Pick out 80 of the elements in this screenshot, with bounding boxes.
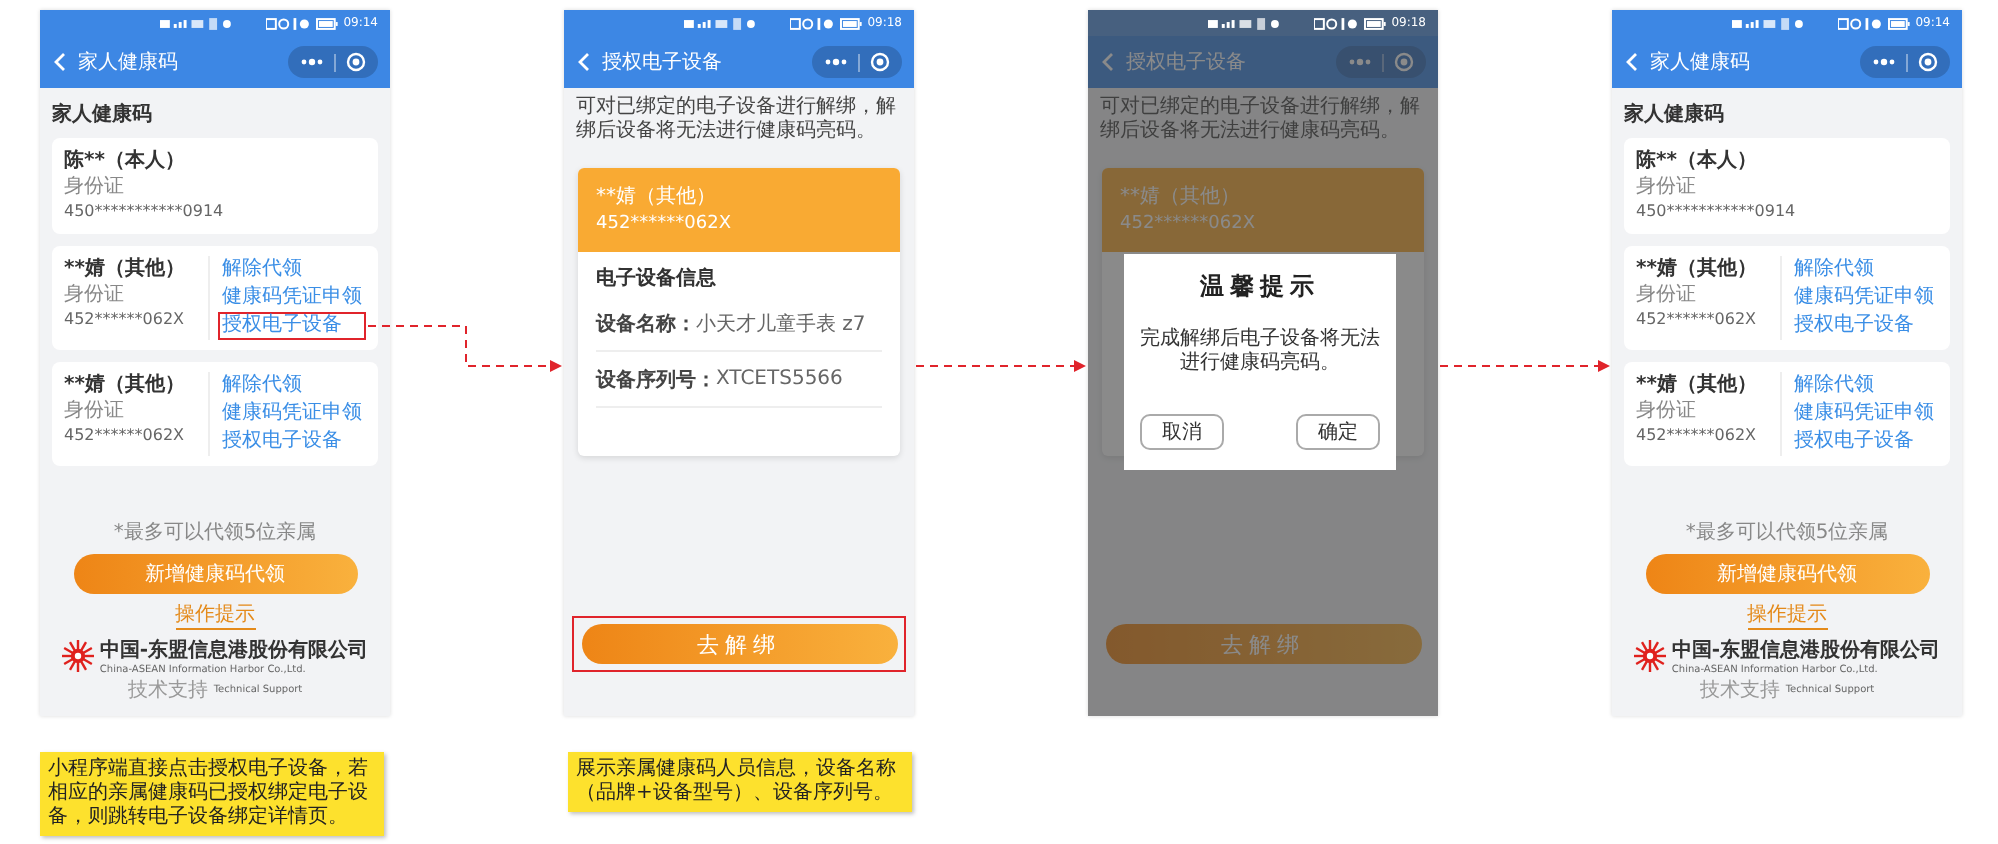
action-link[interactable]: 健康码凭证申领 bbox=[218, 284, 366, 312]
member-name: **婧（其他） bbox=[1636, 256, 1759, 284]
field-label: 设备名称： bbox=[596, 311, 696, 337]
member-name: **婧（其他） bbox=[596, 184, 718, 212]
id-number: 452******062X bbox=[64, 308, 187, 332]
battery-icon bbox=[1363, 17, 1386, 29]
action-link[interactable]: 授权电子设备 bbox=[218, 428, 366, 456]
action-link[interactable]: 健康码凭证申领 bbox=[218, 400, 366, 428]
action-link[interactable]: 健康码凭证申领 bbox=[1790, 400, 1938, 428]
field-label: 设备序列号： bbox=[596, 366, 716, 393]
id-number: 452******062X bbox=[1636, 308, 1759, 332]
field-value: 小天才儿童手表 z7 bbox=[696, 311, 866, 337]
action-link[interactable]: 解除代领 bbox=[218, 372, 366, 400]
page-title: 家人健康码 bbox=[78, 49, 178, 76]
id-type: 身份证 bbox=[64, 176, 126, 200]
section-title: 电子设备信息 bbox=[596, 265, 718, 294]
id-number: 450***********0914 bbox=[64, 200, 226, 224]
status-icons-drawing bbox=[790, 17, 834, 29]
dialog-message: 完成解绑后电子设备将无法进行健康码亮码。 bbox=[1140, 328, 1380, 376]
dialog-button[interactable]: 确定 bbox=[1296, 414, 1380, 450]
id-number: 452******062X bbox=[1636, 424, 1759, 448]
action-link[interactable]: 解除代领 bbox=[1790, 372, 1938, 400]
add-button[interactable]: 新增健康码代领 bbox=[1645, 554, 1929, 594]
support-label: 技术支持 bbox=[1699, 677, 1780, 704]
id-number: 452******062X bbox=[64, 424, 187, 448]
id-type: 身份证 bbox=[1636, 284, 1698, 308]
member-name: **婧（其他） bbox=[1120, 184, 1242, 212]
page-title: 授权电子设备 bbox=[602, 49, 722, 76]
dialog-title: 温馨提示 bbox=[1200, 270, 1320, 304]
page-title: 授权电子设备 bbox=[1126, 49, 1246, 76]
logo-icon bbox=[1633, 640, 1666, 672]
id-number: 452******062X bbox=[1120, 212, 1258, 236]
limit-note: *最多可以代领5位亲属 bbox=[113, 519, 317, 546]
more-icon[interactable] bbox=[824, 58, 848, 66]
member-name: **婧（其他） bbox=[1636, 372, 1759, 400]
id-type: 身份证 bbox=[1636, 176, 1698, 200]
status-icons-drawing bbox=[1314, 17, 1358, 29]
status-icons-drawing bbox=[1838, 17, 1882, 29]
company-name: 中国-东盟信息港股份有限公司 bbox=[1671, 636, 1941, 664]
action-link[interactable]: 授权电子设备 bbox=[218, 312, 366, 340]
section-heading: 家人健康码 bbox=[1624, 100, 1726, 130]
annotation-note: 小程序端直接点击授权电子设备，若相应的亲属健康码已授权绑定电子设备，则跳转电子设备绑定详情页。 bbox=[40, 752, 384, 836]
member-name: **婧（其他） bbox=[64, 372, 187, 400]
id-type: 身份证 bbox=[64, 284, 126, 308]
action-link[interactable]: 授权电子设备 bbox=[1790, 428, 1938, 456]
member-name: 陈**（本人） bbox=[1636, 148, 1759, 176]
back-icon[interactable] bbox=[576, 52, 592, 72]
logo-icon bbox=[61, 640, 94, 672]
status-icons-drawing bbox=[266, 17, 310, 29]
back-icon[interactable] bbox=[52, 52, 68, 72]
id-number: 450***********0914 bbox=[1636, 200, 1798, 224]
field-value: XTCETS5566 bbox=[716, 368, 843, 390]
id-number: 452******062X bbox=[596, 212, 734, 236]
limit-note: *最多可以代领5位亲属 bbox=[1685, 519, 1889, 546]
company-name: 中国-东盟信息港股份有限公司 bbox=[99, 636, 369, 664]
more-icon[interactable] bbox=[300, 58, 324, 66]
action-link[interactable]: 授权电子设备 bbox=[1790, 312, 1938, 340]
battery-icon bbox=[1887, 17, 1910, 29]
action-link[interactable]: 健康码凭证申领 bbox=[1790, 284, 1938, 312]
action-link[interactable]: 解除代领 bbox=[218, 256, 366, 284]
support-label: 技术支持 bbox=[127, 677, 208, 704]
add-button[interactable]: 新增健康码代领 bbox=[73, 554, 357, 594]
id-type: 身份证 bbox=[1636, 400, 1698, 424]
battery-icon bbox=[839, 17, 862, 29]
member-name: **婧（其他） bbox=[64, 256, 187, 284]
dialog-button[interactable]: 取消 bbox=[1140, 414, 1224, 450]
help-link[interactable]: 操作提示 bbox=[1747, 600, 1827, 630]
id-type: 身份证 bbox=[64, 400, 126, 424]
page-title: 家人健康码 bbox=[1650, 49, 1750, 76]
section-heading: 家人健康码 bbox=[52, 100, 154, 130]
battery-icon bbox=[315, 17, 338, 29]
description-text: 可对已绑定的电子设备进行解绑，解绑后设备将无法进行健康码亮码。 bbox=[574, 93, 898, 146]
back-icon[interactable] bbox=[1624, 52, 1640, 72]
action-link[interactable]: 解除代领 bbox=[1790, 256, 1938, 284]
unbind-button[interactable]: 去解绑 bbox=[581, 624, 897, 664]
member-name: 陈**（本人） bbox=[64, 148, 187, 176]
annotation-note: 展示亲属健康码人员信息，设备名称（品牌+设备型号）、设备序列号。 bbox=[568, 752, 912, 812]
help-link[interactable]: 操作提示 bbox=[175, 600, 255, 630]
more-icon[interactable] bbox=[1872, 58, 1896, 66]
description-text: 可对已绑定的电子设备进行解绑，解绑后设备将无法进行健康码亮码。 bbox=[1098, 93, 1422, 146]
